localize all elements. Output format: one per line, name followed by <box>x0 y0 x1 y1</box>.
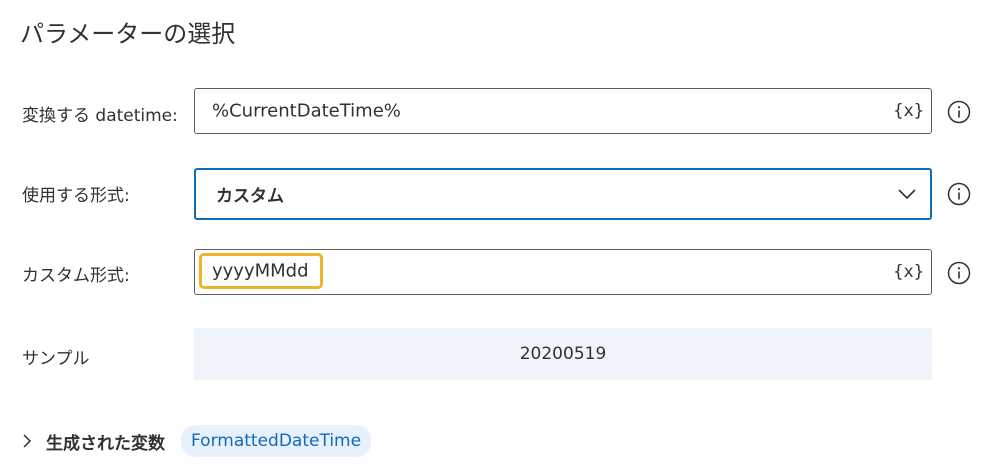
info-icon[interactable] <box>947 261 971 285</box>
custom-format-label: カスタム形式: <box>22 266 130 286</box>
format-select[interactable]: カスタム <box>194 168 932 220</box>
info-icon[interactable] <box>947 100 971 124</box>
datetime-value: %CurrentDateTime% <box>212 100 401 122</box>
info-icon[interactable] <box>947 182 971 206</box>
sample-label: サンプル <box>22 349 90 369</box>
format-label: 使用する形式: <box>22 186 130 206</box>
generated-variables-label[interactable]: 生成された変数 <box>46 429 165 454</box>
generated-variables-section: 生成された変数 FormattedDateTime <box>22 424 372 458</box>
chevron-right-icon[interactable] <box>22 434 32 448</box>
format-value: カスタム <box>216 186 284 207</box>
variable-pill[interactable]: FormattedDateTime <box>181 425 372 457</box>
datetime-input[interactable]: %CurrentDateTime% {x} <box>194 88 932 134</box>
sample-value: 20200519 <box>519 344 607 364</box>
variable-icon[interactable]: {x} <box>893 262 924 282</box>
chevron-down-icon <box>898 189 916 199</box>
custom-format-input[interactable]: yyyyMMdd {x} <box>194 249 932 295</box>
custom-format-value: yyyyMMdd <box>212 260 309 282</box>
value-highlight: yyyyMMdd <box>199 253 323 289</box>
page-title: パラメーターの選択 <box>20 20 236 48</box>
variable-icon[interactable]: {x} <box>893 101 924 121</box>
datetime-label: 変換する datetime: <box>22 106 178 126</box>
sample-output: 20200519 <box>194 328 932 380</box>
